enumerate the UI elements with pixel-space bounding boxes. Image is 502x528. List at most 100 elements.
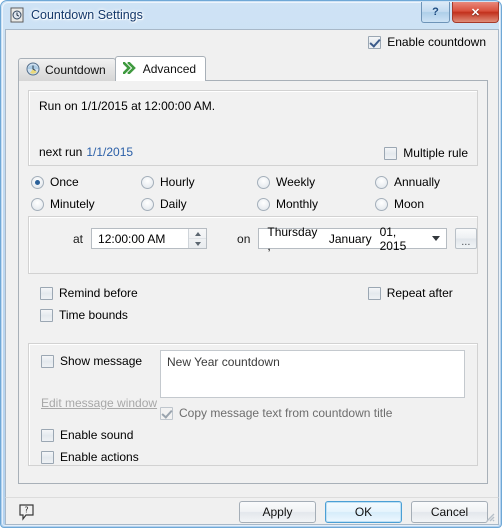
radio-weekly[interactable]: Weekly [257, 175, 375, 189]
date-month[interactable]: January [329, 232, 372, 246]
repeat-after-checkbox[interactable]: Repeat after [367, 286, 453, 300]
footer-button-row: Apply OK Cancel [239, 501, 488, 523]
countdown-app-icon [9, 7, 25, 23]
triangle-up-icon [194, 231, 201, 236]
enable-actions-label: Enable actions [60, 450, 139, 464]
copy-from-title-box[interactable] [160, 406, 173, 420]
copy-from-title-label: Copy message text from countdown title [179, 406, 393, 420]
summary-panel: Run on 1/1/2015 at 12:00:00 AM. next run… [28, 90, 478, 166]
radio-hourly-label: Hourly [160, 175, 195, 189]
apply-button[interactable]: Apply [239, 501, 316, 523]
radio-once-dot[interactable] [31, 175, 44, 189]
advanced-tab-page: Run on 1/1/2015 at 12:00:00 AM. next run… [18, 80, 488, 484]
tab-strip: Countdown Advanced [18, 56, 207, 81]
help-button[interactable]: ? [421, 2, 450, 23]
dialog-client-area: Enable countdown Countdown Advanced Run … [5, 29, 499, 497]
time-value[interactable]: 12:00:00 AM [92, 229, 188, 248]
radio-weekly-dot[interactable] [257, 175, 270, 189]
radio-hourly[interactable]: Hourly [141, 175, 257, 189]
svg-text:?: ? [24, 506, 28, 515]
multiple-rule-box[interactable] [384, 146, 398, 160]
tab-advanced-label: Advanced [142, 62, 197, 76]
repeat-after-box[interactable] [367, 286, 381, 300]
time-stepper[interactable]: 12:00:00 AM [91, 228, 208, 249]
tab-advanced[interactable]: Advanced [114, 56, 207, 81]
schedule-radio-group: Once Hourly Weekly Annually Minutely Dai… [31, 175, 481, 211]
time-spin-down[interactable] [189, 239, 206, 248]
radio-daily[interactable]: Daily [141, 197, 257, 211]
close-button[interactable]: ✕ [452, 2, 499, 23]
reminder-options-row: Remind before Repeat after [40, 286, 470, 300]
radio-hourly-dot[interactable] [141, 175, 154, 189]
radio-minutely-label: Minutely [50, 197, 95, 211]
tab-countdown-label: Countdown [45, 63, 106, 77]
multiple-rule-label: Multiple rule [403, 146, 468, 160]
radio-daily-dot[interactable] [141, 197, 154, 211]
enable-countdown-checkbox[interactable]: Enable countdown [368, 35, 486, 49]
message-panel: Show message Edit message window New Yea… [28, 343, 478, 466]
countdown-settings-window: Countdown Settings ? ✕ Enable countdown [0, 0, 502, 528]
radio-annually[interactable]: Annually [375, 175, 481, 189]
tab-countdown[interactable]: Countdown [18, 58, 116, 81]
radio-moon-dot[interactable] [375, 197, 388, 211]
enable-countdown-box[interactable] [368, 35, 382, 49]
enable-actions-checkbox[interactable]: Enable actions [41, 450, 139, 464]
window-title: Countdown Settings [31, 8, 143, 22]
enable-sound-box[interactable] [41, 428, 54, 442]
next-run-value: 1/1/2015 [86, 145, 134, 159]
date-day-year[interactable]: 01, 2015 [380, 225, 424, 253]
remind-before-box[interactable] [40, 286, 53, 300]
remind-before-checkbox[interactable]: Remind before [40, 286, 138, 300]
radio-annually-label: Annually [394, 175, 441, 189]
time-bounds-box[interactable] [40, 308, 53, 322]
next-run-row: next run 1/1/2015 [39, 145, 133, 159]
title-bar[interactable]: Countdown Settings ? ✕ [1, 1, 501, 29]
enable-sound-checkbox[interactable]: Enable sound [41, 428, 133, 442]
next-run-label: next run [39, 145, 83, 159]
date-browse-button[interactable]: ... [454, 228, 477, 249]
caption-buttons: ? ✕ [421, 2, 499, 23]
radio-once[interactable]: Once [31, 175, 141, 189]
date-weekday[interactable]: Thursday , [267, 225, 321, 253]
datetime-row: at 12:00:00 AM on Thursday , January 01,… [29, 225, 477, 253]
radio-moon-label: Moon [394, 197, 425, 211]
radio-moon[interactable]: Moon [375, 197, 481, 211]
radio-monthly-dot[interactable] [257, 197, 270, 211]
edit-message-window-link[interactable]: Edit message window [41, 396, 157, 410]
radio-weekly-label: Weekly [276, 175, 316, 189]
show-message-checkbox[interactable]: Show message [41, 354, 142, 368]
radio-minutely-dot[interactable] [31, 197, 44, 211]
triangle-down-icon [194, 241, 201, 246]
message-text-area[interactable]: New Year countdown [160, 350, 465, 398]
copy-from-title-checkbox[interactable]: Copy message text from countdown title [160, 406, 392, 420]
radio-annually-dot[interactable] [375, 175, 388, 189]
on-label: on [237, 231, 251, 246]
show-message-box[interactable] [41, 354, 54, 368]
time-bounds-label: Time bounds [59, 308, 128, 322]
time-spin-arrows[interactable] [188, 229, 207, 248]
enable-actions-box[interactable] [41, 450, 54, 464]
globe-clock-icon [26, 62, 40, 79]
resize-grip[interactable] [483, 510, 495, 522]
date-parts: Thursday , January 01, 2015 [267, 225, 423, 253]
time-spin-up[interactable] [189, 229, 207, 239]
at-label: at [73, 231, 84, 246]
datetime-panel: at 12:00:00 AM on Thursday , January 01,… [28, 216, 478, 274]
chevron-down-icon[interactable] [431, 236, 440, 241]
cancel-button[interactable]: Cancel [411, 501, 488, 523]
radio-minutely[interactable]: Minutely [31, 197, 141, 211]
date-picker[interactable]: Thursday , January 01, 2015 [258, 225, 447, 253]
double-chevron-icon [121, 60, 138, 77]
radio-monthly[interactable]: Monthly [257, 197, 375, 211]
help-balloon-icon[interactable]: ? [18, 503, 36, 521]
radio-daily-label: Daily [160, 197, 187, 211]
radio-once-label: Once [50, 175, 79, 189]
multiple-rule-checkbox[interactable]: Multiple rule [384, 146, 468, 160]
show-message-label: Show message [60, 354, 143, 368]
radio-monthly-label: Monthly [276, 197, 319, 211]
run-summary-text: Run on 1/1/2015 at 12:00:00 AM. [39, 99, 216, 113]
repeat-after-label: Repeat after [386, 286, 453, 300]
time-bounds-checkbox[interactable]: Time bounds [40, 308, 128, 322]
enable-sound-label: Enable sound [60, 428, 134, 442]
ok-button[interactable]: OK [325, 501, 402, 523]
